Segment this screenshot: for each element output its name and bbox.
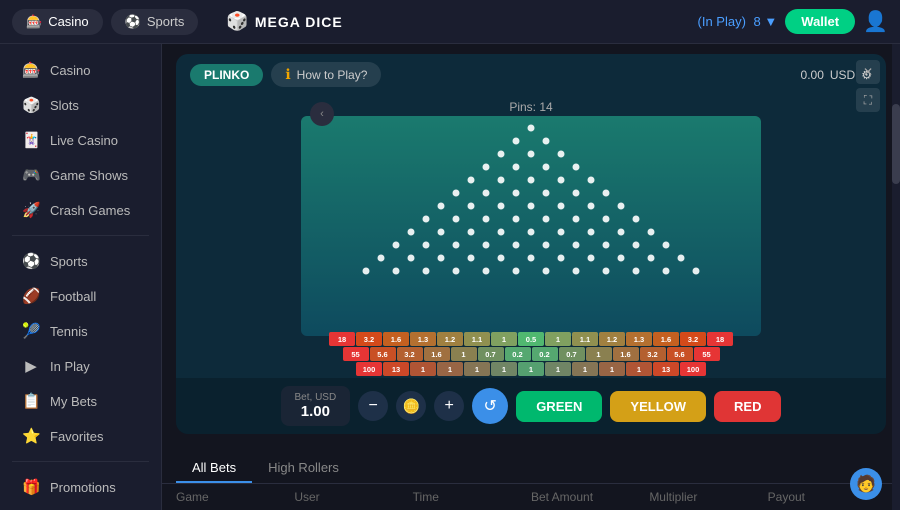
in-play-icon: ▶	[22, 357, 40, 375]
scrollbar-thumb[interactable]	[892, 104, 900, 184]
sidebar-item-in-play[interactable]: ▶ In Play	[6, 349, 155, 383]
scrollbar-track	[892, 44, 900, 510]
bet-display: Bet, USD 1.00	[281, 386, 351, 426]
refresh-button[interactable]: ↺	[472, 388, 508, 424]
game-controls: Bet, USD 1.00 − 🪙 + ↺ GREEN YELLOW RED	[176, 378, 886, 434]
sidebar-item-tennis[interactable]: 🎾 Tennis	[6, 314, 155, 348]
tennis-icon: 🎾	[22, 322, 40, 340]
risk-yellow-button[interactable]: YELLOW	[610, 391, 706, 422]
window-controls: ✕ ⛶	[856, 60, 880, 112]
football-icon: 🏈	[22, 287, 40, 305]
multiplier-row-2: 55 5.6 3.2 1.6 1 0.7 0.2 0.2 0.7 1 1.6 3…	[343, 347, 720, 361]
tabs-section: All Bets High Rollers	[162, 446, 900, 484]
game-container: ✕ ⛶ PLINKO ℹ How to Play? 0.00 USD	[176, 54, 886, 434]
header-right: 👤	[863, 9, 888, 34]
sidebar-item-loyalty[interactable]: 💎 Loyalty	[6, 505, 155, 510]
sidebar-collapse-button[interactable]: ‹	[310, 102, 334, 126]
question-icon: ℹ	[285, 66, 290, 83]
risk-red-button[interactable]: RED	[714, 391, 781, 422]
game-frame: ✕ ⛶ PLINKO ℹ How to Play? 0.00 USD	[162, 44, 900, 446]
sports-tab[interactable]: ⚽ Sports	[111, 9, 199, 35]
risk-green-button[interactable]: GREEN	[516, 391, 602, 422]
col-bet-amount: Bet Amount	[531, 490, 649, 504]
logo: 🎲 MEGA DICE	[206, 11, 342, 32]
table-header: Game User Time Bet Amount Multiplier Pay…	[162, 484, 900, 510]
plinko-board	[301, 116, 761, 341]
expand-window-button[interactable]: ⛶	[856, 88, 880, 112]
live-casino-icon: 🃏	[22, 131, 40, 149]
sidebar-item-football[interactable]: 🏈 Football	[6, 279, 155, 313]
sidebar-item-my-bets[interactable]: 📋 My Bets	[6, 384, 155, 418]
user-icon[interactable]: 👤	[863, 9, 888, 34]
favorites-icon: ⭐	[22, 427, 40, 445]
sidebar-item-game-shows[interactable]: 🎮 Game Shows	[6, 158, 155, 192]
sidebar-item-crash-games[interactable]: 🚀 Crash Games	[6, 193, 155, 227]
tab-high-rollers[interactable]: High Rollers	[252, 454, 355, 483]
sidebar-item-sports[interactable]: ⚽ Sports	[6, 244, 155, 278]
how-to-play-button[interactable]: ℹ How to Play?	[271, 62, 381, 87]
sports-nav-icon: ⚽	[22, 252, 40, 270]
casino-nav-icon: 🎰	[22, 61, 40, 79]
in-play-indicator: (In Play) 8 ▼	[698, 14, 778, 29]
game-shows-icon: 🎮	[22, 166, 40, 184]
sidebar-item-promotions[interactable]: 🎁 Promotions	[6, 470, 155, 504]
sidebar-item-favorites[interactable]: ⭐ Favorites	[6, 419, 155, 453]
bet-increase-button[interactable]: +	[434, 391, 464, 421]
game-topbar: PLINKO ℹ How to Play? 0.00 USD ⚙	[176, 54, 886, 95]
pins-label: Pins: 14	[176, 98, 886, 116]
header-center: 🎲 MEGA DICE (In Play) 8 ▼ Wallet	[206, 9, 855, 34]
casino-icon: 🎰	[26, 14, 42, 30]
avatar-corner[interactable]: 🧑	[850, 468, 882, 500]
multiplier-rows: 18 3.2 1.6 1.3 1.2 1.1 1 0.5 1 1.1 1.2 1…	[329, 332, 733, 376]
tab-all-bets[interactable]: All Bets	[176, 454, 252, 483]
my-bets-icon: 📋	[22, 392, 40, 410]
sidebar-divider-1	[12, 235, 149, 236]
game-label: PLINKO	[190, 64, 263, 86]
content-area: ‹ ✕ ⛶ PLINKO ℹ How to Play?	[162, 44, 900, 510]
wallet-button[interactable]: Wallet	[785, 9, 855, 34]
casino-tab[interactable]: 🎰 Casino	[12, 9, 103, 35]
main-layout: 🎰 Casino 🎲 Slots 🃏 Live Casino 🎮 Game Sh…	[0, 44, 900, 510]
multiplier-row-3: 100 13 1 1 1 1 1 1 1 1 1 13 100	[356, 362, 706, 376]
sidebar-divider-2	[12, 461, 149, 462]
sidebar-item-slots[interactable]: 🎲 Slots	[6, 88, 155, 122]
col-multiplier: Multiplier	[649, 490, 767, 504]
col-game: Game	[176, 490, 294, 504]
plinko-svg	[301, 116, 761, 336]
multiplier-row-1: 18 3.2 1.6 1.3 1.2 1.1 1 0.5 1 1.1 1.2 1…	[329, 332, 733, 346]
top-header: 🎰 Casino ⚽ Sports 🎲 MEGA DICE (In Play) …	[0, 0, 900, 44]
sidebar-item-live-casino[interactable]: 🃏 Live Casino	[6, 123, 155, 157]
coins-icon-button[interactable]: 🪙	[396, 391, 426, 421]
col-time: Time	[413, 490, 531, 504]
close-window-button[interactable]: ✕	[856, 60, 880, 84]
sidebar: 🎰 Casino 🎲 Slots 🃏 Live Casino 🎮 Game Sh…	[0, 44, 162, 510]
col-user: User	[294, 490, 412, 504]
crash-games-icon: 🚀	[22, 201, 40, 219]
promotions-icon: 🎁	[22, 478, 40, 496]
bet-decrease-button[interactable]: −	[358, 391, 388, 421]
sports-icon: ⚽	[125, 14, 141, 30]
sidebar-item-casino[interactable]: 🎰 Casino	[6, 53, 155, 87]
slots-icon: 🎲	[22, 96, 40, 114]
